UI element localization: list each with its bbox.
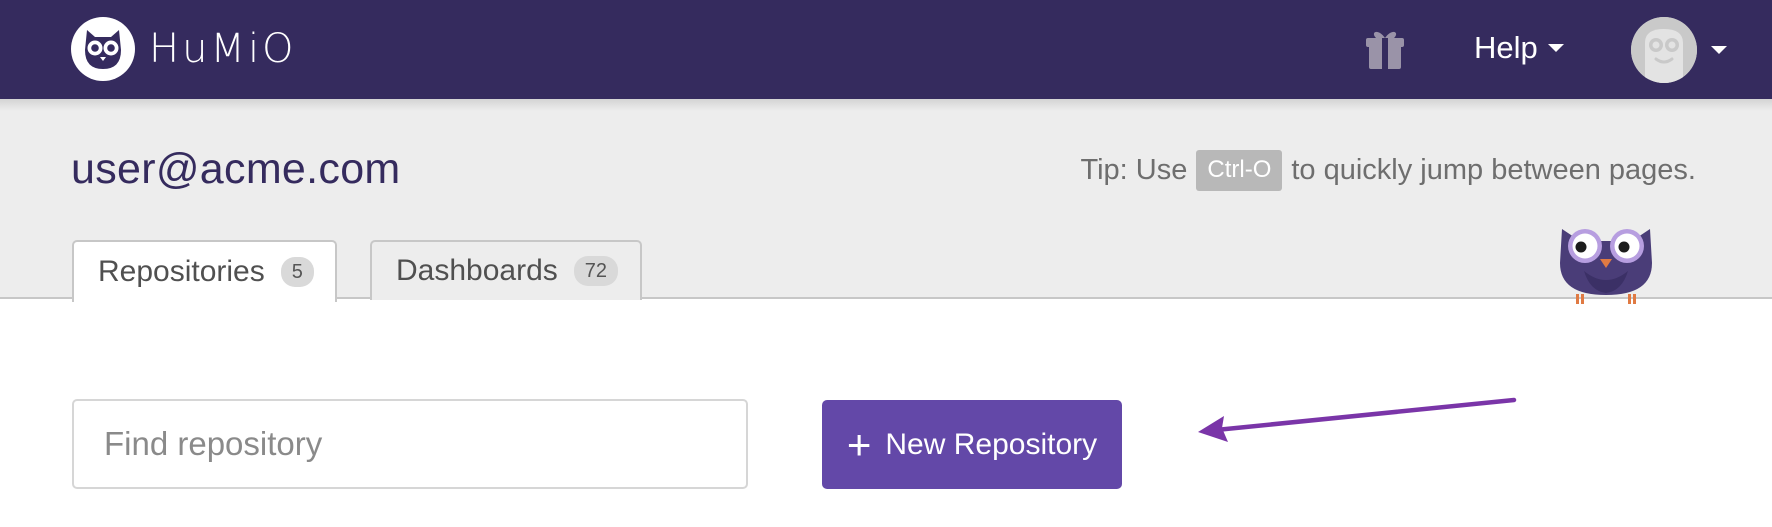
tab-label: Repositories [98, 255, 265, 288]
help-menu[interactable]: Help [1474, 30, 1564, 66]
caret-down-icon [1547, 44, 1564, 52]
brand[interactable]: HuMiO [71, 17, 297, 81]
count-badge: 5 [280, 257, 314, 287]
pointer-arrow-icon [1198, 397, 1517, 442]
count-badge: 72 [573, 256, 619, 286]
new-repository-button[interactable]: + New Repository [822, 400, 1122, 489]
top-navigation-bar: HuMiO Help [0, 0, 1772, 99]
tip-prefix: Tip: Use [1080, 153, 1188, 186]
owl-mascot-icon [1554, 215, 1658, 307]
caret-down-icon [1711, 46, 1727, 54]
page-title: user@acme.com [71, 145, 401, 193]
owl-logo-icon [71, 17, 135, 81]
search-input[interactable] [72, 399, 748, 489]
user-menu[interactable] [1631, 17, 1727, 83]
help-label: Help [1474, 30, 1538, 65]
header-shadow [0, 99, 1772, 111]
shortcut-tip: Tip: Use Ctrl-O to quickly jump between … [1080, 150, 1696, 191]
brand-wordmark: HuMiO [149, 26, 297, 72]
tip-suffix: to quickly jump between pages. [1291, 153, 1696, 186]
new-repository-label: New Repository [885, 427, 1098, 461]
plus-icon: + [846, 420, 872, 468]
tab-dashboards[interactable]: Dashboards 72 [370, 240, 642, 300]
tab-label: Dashboards [396, 254, 558, 287]
tab-repositories[interactable]: Repositories 5 [72, 240, 337, 302]
owl-avatar-icon [1631, 17, 1697, 83]
keyboard-shortcut-badge: Ctrl-O [1196, 150, 1283, 191]
gift-icon[interactable] [1362, 26, 1408, 72]
